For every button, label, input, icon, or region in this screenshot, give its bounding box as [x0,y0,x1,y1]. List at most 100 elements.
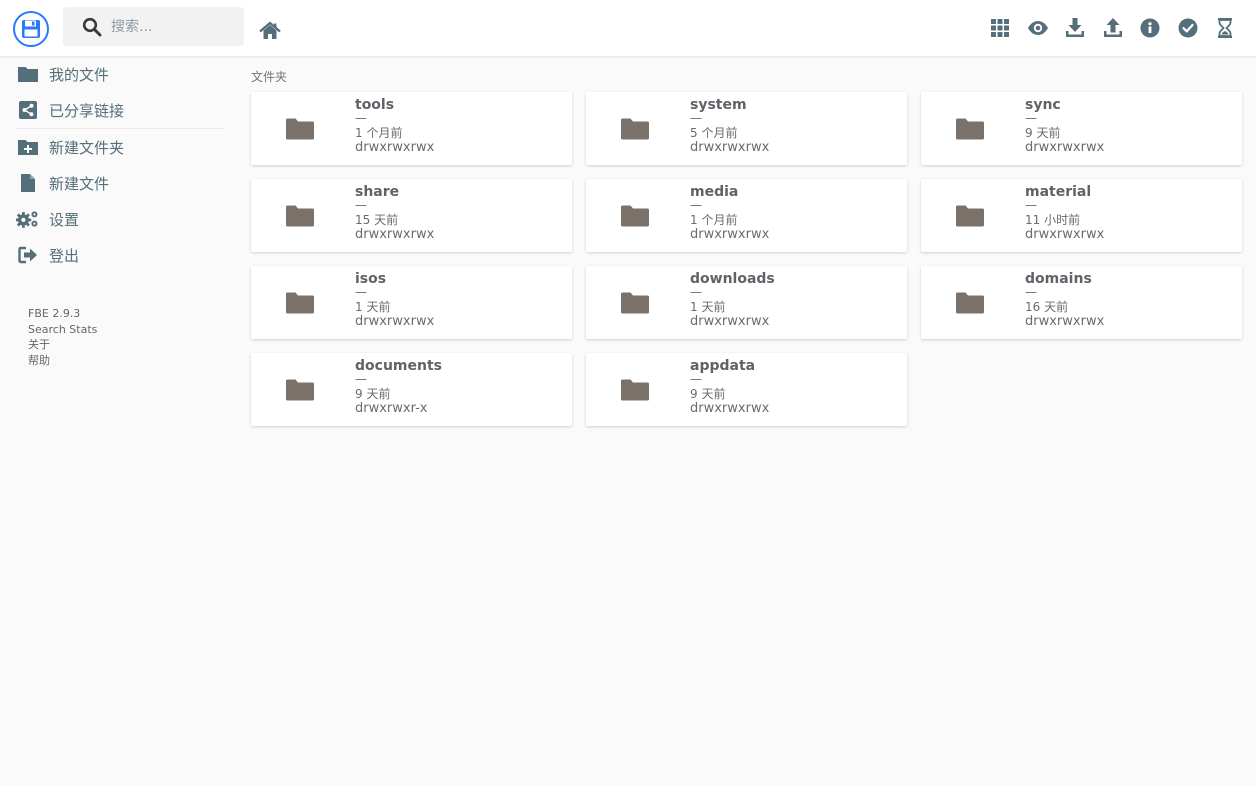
folder-meta: domains — 16 天前 drwxrwxrwx [1025,272,1104,329]
sidebar-credits: FBE 2.9.3 Search Stats 关于 帮助 [28,306,97,368]
folder-size: — [690,111,702,125]
folder-item[interactable]: share — 15 天前 drwxrwxrwx [251,179,572,252]
folder-item[interactable]: appdata — 9 天前 drwxrwxrwx [586,353,907,426]
folder-modified: 9 天前 [355,387,391,401]
folder-meta: documents — 9 天前 drwxrwxr-x [355,359,442,416]
search-stats-link[interactable]: Search Stats [28,322,97,338]
preview-button[interactable] [1019,14,1057,42]
folder-meta: share — 15 天前 drwxrwxrwx [355,185,434,242]
folder-size: — [1025,111,1037,125]
gears-icon [16,208,40,230]
folder-meta: appdata — 9 天前 drwxrwxrwx [690,359,769,416]
folder-modified: 9 天前 [1025,126,1061,140]
folder-name: isos [355,271,387,287]
folder-permissions: drwxrwxr-x [355,401,428,416]
folder-permissions: drwxrwxrwx [690,140,770,155]
pending-button[interactable] [1207,14,1245,42]
folder-size: — [1025,198,1037,212]
folder-icon [16,63,40,85]
folder-name: system [690,97,747,113]
folder-icon [956,205,984,227]
sidebar-item-label: 已分享链接 [49,101,125,120]
sidebar-item-settings[interactable]: 设置 [0,201,225,237]
folder-item[interactable]: tools — 1 个月前 drwxrwxrwx [251,92,572,165]
about-link[interactable]: 关于 [28,337,97,353]
folder-meta: sync — 9 天前 drwxrwxrwx [1025,98,1104,155]
home-button[interactable] [258,19,282,43]
sidebar-item-label: 新建文件 [49,174,110,193]
folder-icon [621,118,649,140]
info-icon [1140,18,1160,38]
sidebar-item-shared-links[interactable]: 已分享链接 [0,92,225,128]
folder-meta: downloads — 1 天前 drwxrwxrwx [690,272,775,329]
share-icon [16,99,40,121]
folder-name: material [1025,184,1092,200]
folder-modified: 15 天前 [355,213,399,227]
folder-permissions: drwxrwxrwx [690,227,770,242]
folder-permissions: drwxrwxrwx [355,140,435,155]
sidebar-item-label: 我的文件 [49,65,110,84]
folder-modified: 1 个月前 [690,213,738,227]
folder-icon [621,292,649,314]
search-box[interactable] [63,7,244,46]
folder-grid: tools — 1 个月前 drwxrwxrwx system — 5 个月前 … [251,92,1243,426]
download-button[interactable] [1057,14,1095,42]
folder-icon [286,205,314,227]
upload-icon [1103,18,1122,37]
folder-modified: 16 天前 [1025,300,1069,314]
folder-modified: 1 天前 [355,300,391,314]
folder-size: — [355,372,367,386]
folder-name: appdata [690,358,756,374]
folder-size: — [355,111,367,125]
sidebar-item-label: 登出 [49,246,80,265]
version-label: FBE 2.9.3 [28,307,81,320]
folder-meta: media — 1 个月前 drwxrwxrwx [690,185,769,242]
folder-permissions: drwxrwxrwx [690,401,770,416]
folder-item[interactable]: material — 11 小时前 drwxrwxrwx [921,179,1242,252]
folder-permissions: drwxrwxrwx [355,314,435,329]
folder-icon [956,118,984,140]
app-logo[interactable] [13,11,49,47]
sidebar-item-logout[interactable]: 登出 [0,237,225,273]
folder-permissions: drwxrwxrwx [1025,227,1105,242]
folder-size: — [690,372,702,386]
info-button[interactable] [1132,14,1170,42]
file-icon [16,172,40,194]
folder-modified: 5 个月前 [690,126,738,140]
folder-modified: 1 天前 [690,300,726,314]
floppy-disk-icon [22,20,40,38]
sidebar-item-new-folder[interactable]: 新建文件夹 [0,129,225,165]
folder-item[interactable]: domains — 16 天前 drwxrwxrwx [921,266,1242,339]
folder-modified: 11 小时前 [1025,213,1081,227]
folder-name: sync [1025,97,1061,113]
header-actions [982,14,1245,42]
sidebar-item-my-files[interactable]: 我的文件 [0,56,225,92]
help-link[interactable]: 帮助 [28,353,97,369]
folder-name: tools [355,97,395,113]
folder-icon [956,292,984,314]
folder-item[interactable]: system — 5 个月前 drwxrwxrwx [586,92,907,165]
search-input[interactable] [111,11,231,42]
folder-item[interactable]: media — 1 个月前 drwxrwxrwx [586,179,907,252]
select-multiple-button[interactable] [1169,14,1207,42]
folder-name: documents [355,358,442,374]
folder-name: domains [1025,271,1092,287]
folder-modified: 1 个月前 [355,126,403,140]
sidebar: 我的文件 已分享链接 新建文件夹 新建文件 设置 登出 FBE 2.9.3 Se… [0,56,225,367]
folder-item[interactable]: documents — 9 天前 drwxrwxr-x [251,353,572,426]
folder-icon [286,379,314,401]
folder-meta: tools — 1 个月前 drwxrwxrwx [355,98,434,155]
view-toggle-button[interactable] [982,14,1020,42]
folder-permissions: drwxrwxrwx [690,314,770,329]
upload-button[interactable] [1094,14,1132,42]
search-icon [81,16,103,38]
folder-item[interactable]: downloads — 1 天前 drwxrwxrwx [586,266,907,339]
download-icon [1066,18,1085,37]
folder-icon [621,379,649,401]
folder-item[interactable]: sync — 9 天前 drwxrwxrwx [921,92,1242,165]
folder-meta: material — 11 小时前 drwxrwxrwx [1025,185,1104,242]
folder-icon [286,118,314,140]
sidebar-item-new-file[interactable]: 新建文件 [0,165,225,201]
folder-item[interactable]: isos — 1 天前 drwxrwxrwx [251,266,572,339]
folder-name: downloads [690,271,775,287]
